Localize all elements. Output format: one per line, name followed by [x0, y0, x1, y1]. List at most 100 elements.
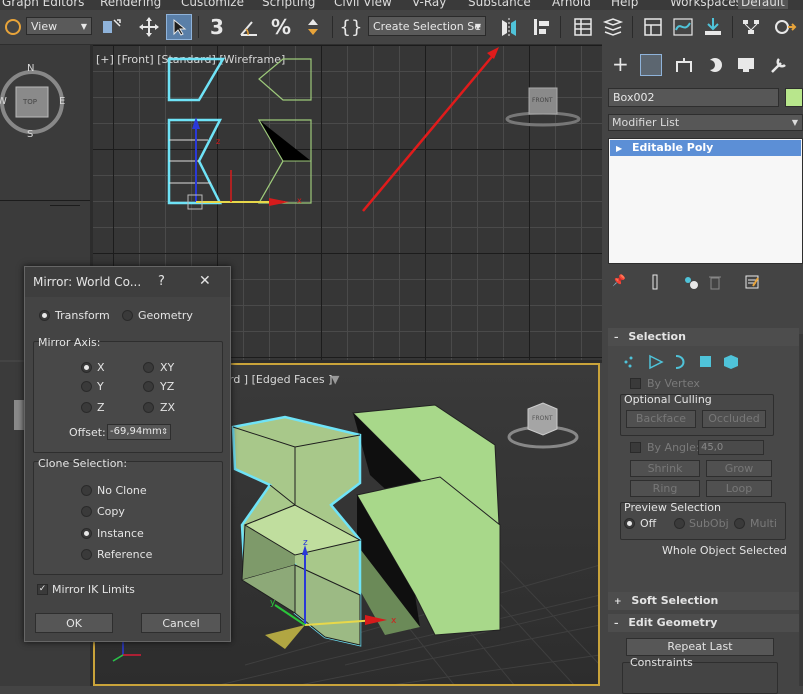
pivot-center-icon[interactable] [98, 14, 124, 40]
make-unique-icon[interactable] [682, 274, 700, 292]
modify-tab-icon[interactable] [640, 54, 662, 76]
menu-graph-editors[interactable]: Graph Editors [2, 0, 84, 9]
preview-subobj-label: SubObj [689, 517, 729, 530]
modifier-list-dropdown[interactable]: Modifier List ▼ [608, 114, 803, 131]
main-toolbar: View ▼ 3 % {} Create Selection Se ▼ [0, 10, 803, 45]
axis-xy-label: XY [160, 361, 175, 374]
front-object-top-shape [167, 57, 226, 102]
compass-east: E [59, 96, 66, 107]
named-selection-set-value: Create Selection Se [373, 20, 481, 33]
percent-snap-icon[interactable]: % [268, 14, 294, 40]
preview-multi-radio[interactable] [734, 518, 745, 529]
create-tab-icon[interactable]: + [612, 52, 629, 76]
material-editor-icon[interactable] [738, 14, 764, 40]
by-angle-spinner[interactable]: 45,0 [698, 440, 764, 455]
hierarchy-tab-icon[interactable] [674, 56, 694, 74]
align-icon[interactable] [528, 14, 554, 40]
schematic-view-icon[interactable] [700, 14, 726, 40]
viewcube-face-front[interactable]: FRONT [532, 97, 553, 104]
curve-editor-icon[interactable] [670, 14, 696, 40]
geometry-radio[interactable] [122, 310, 133, 321]
cancel-button[interactable]: Cancel [141, 613, 221, 633]
dialog-titlebar[interactable]: Mirror: World Co... ? ✕ [25, 267, 230, 297]
help-button[interactable]: ? [158, 274, 165, 289]
ring-button[interactable]: Ring [630, 480, 700, 497]
no-clone-radio[interactable] [81, 485, 92, 496]
ok-button[interactable]: OK [35, 613, 113, 633]
compass-north: N [27, 63, 35, 74]
motion-tab-icon[interactable] [704, 56, 724, 74]
remove-modifier-icon[interactable] [708, 274, 722, 290]
menu-civil-view[interactable]: Civil View [334, 0, 392, 9]
vertex-level-icon [624, 356, 633, 368]
spinner-arrows-icon[interactable]: ⇕ [161, 425, 168, 439]
axis-y-radio[interactable] [81, 381, 92, 392]
offset-spinner[interactable]: -69,94mm ⇕ [107, 424, 171, 440]
select-and-move-icon[interactable] [136, 14, 162, 40]
axis-x-radio[interactable] [81, 362, 92, 373]
show-end-result-icon[interactable] [648, 273, 662, 291]
soft-selection-rollout-header[interactable]: + Soft Selection [608, 592, 799, 610]
by-angle-label: By Angle: [647, 441, 700, 454]
expand-arrow-icon[interactable]: ▶ [616, 144, 622, 153]
edit-named-selection-icon[interactable]: {} [338, 14, 364, 40]
close-button[interactable]: ✕ [199, 273, 211, 289]
viewcube-face-persp[interactable]: FRONT [532, 415, 553, 422]
backface-button[interactable]: Backface [626, 410, 696, 428]
configure-modifier-sets-icon[interactable] [744, 274, 760, 290]
menu-scripting[interactable]: Scripting [262, 0, 315, 9]
edit-geometry-rollout-header[interactable]: – Edit Geometry [608, 614, 799, 632]
menu-help[interactable]: Help [611, 0, 638, 9]
by-vertex-checkbox[interactable] [630, 378, 641, 389]
reference-radio[interactable] [81, 549, 92, 560]
utilities-tab-icon[interactable] [768, 56, 788, 74]
repeat-last-button[interactable]: Repeat Last [626, 638, 774, 656]
workspaces-dropdown[interactable]: Default [738, 0, 788, 9]
spinner-snap-icon[interactable] [300, 14, 326, 40]
render-setup-icon[interactable] [772, 14, 798, 40]
chevron-down-icon: ▼ [791, 118, 798, 127]
axis-xy-radio[interactable] [143, 362, 154, 373]
mirror-icon[interactable] [496, 14, 522, 40]
undo-icon[interactable] [0, 14, 26, 40]
pin-stack-icon[interactable]: 📌 [612, 274, 626, 287]
modifier-stack[interactable]: ▶ Editable Poly [608, 138, 803, 264]
transform-radio[interactable] [39, 310, 50, 321]
mirror-axis-title: Mirror Axis: [38, 336, 101, 349]
display-tab-icon[interactable] [736, 56, 756, 74]
object-color-swatch[interactable] [785, 88, 803, 107]
menu-arnold[interactable]: Arnold [552, 0, 591, 9]
occluded-button[interactable]: Occluded [702, 410, 766, 428]
instance-radio[interactable] [81, 528, 92, 539]
axis-z-label: Z [97, 401, 105, 414]
reference-coordinate-dropdown[interactable]: View ▼ [26, 17, 92, 35]
loop-button[interactable]: Loop [706, 480, 772, 497]
menu-customize[interactable]: Customize [181, 0, 244, 9]
layer-explorer-icon[interactable] [600, 14, 626, 40]
toggle-scene-explorer-icon[interactable] [570, 14, 596, 40]
preview-off-radio[interactable] [624, 518, 635, 529]
axis-zx-radio[interactable] [143, 402, 154, 413]
stack-item-editable-poly[interactable]: ▶ Editable Poly [610, 140, 801, 156]
select-manipulate-icon[interactable] [166, 14, 192, 40]
preview-subobj-radio[interactable] [674, 518, 685, 529]
menu-rendering[interactable]: Rendering [100, 0, 161, 9]
command-panel-scrollbar[interactable] [799, 334, 803, 686]
snaps-toggle-icon[interactable]: 3 [204, 14, 230, 40]
named-selection-set-dropdown[interactable]: Create Selection Se ▼ [368, 16, 486, 36]
toggle-ribbon-icon[interactable] [640, 14, 666, 40]
copy-radio[interactable] [81, 506, 92, 517]
selection-rollout-header[interactable]: – Selection [608, 328, 799, 346]
menu-substance[interactable]: Substance [468, 0, 531, 9]
object-name-field[interactable]: Box002 [608, 88, 779, 107]
mirror-ik-checkbox[interactable]: ✓ [37, 584, 48, 595]
grow-button[interactable]: Grow [706, 460, 772, 477]
axis-z-radio[interactable] [81, 402, 92, 413]
by-angle-checkbox[interactable] [630, 442, 641, 453]
shrink-button[interactable]: Shrink [630, 460, 700, 477]
menu-vray[interactable]: V-Ray [412, 0, 446, 9]
angle-snap-icon[interactable] [236, 14, 262, 40]
axis-yz-radio[interactable] [143, 381, 154, 392]
axis-y-label: Y [97, 380, 104, 393]
viewcube-left[interactable] [14, 400, 24, 430]
